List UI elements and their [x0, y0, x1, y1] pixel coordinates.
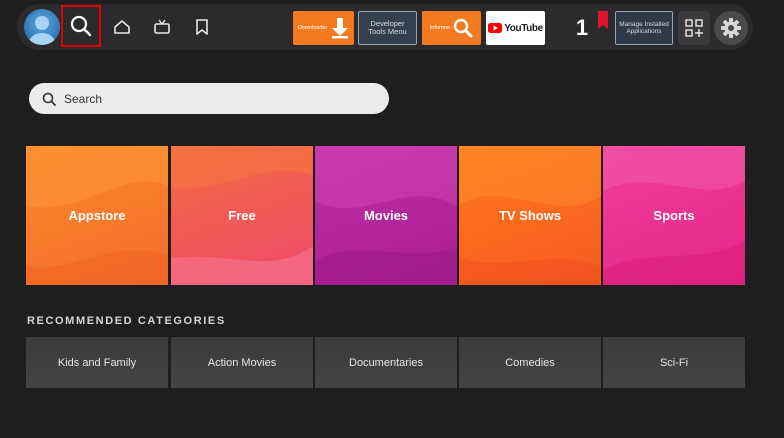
tv-icon [154, 19, 170, 34]
manage-apps-label: Manage Installed Applications [619, 21, 669, 35]
app-manage-installed-applications[interactable]: Manage Installed Applications [615, 11, 673, 45]
category-label: Movies [363, 208, 409, 223]
informer-label: Informer [429, 25, 451, 31]
app-informer[interactable]: Informer [422, 11, 481, 45]
search-icon [70, 15, 92, 37]
nav-search-button[interactable] [61, 5, 101, 47]
recommended-label: Comedies [505, 356, 555, 369]
search-icon [42, 92, 56, 106]
profile-avatar[interactable] [24, 9, 60, 45]
category-tile-sports[interactable]: Sports [603, 146, 745, 285]
youtube-label: YouTube [504, 22, 543, 34]
app-one[interactable]: 1 [560, 11, 610, 45]
recommended-categories-title: RECOMMENDED CATEGORIES [27, 315, 226, 327]
downloader-label: Downloader [297, 25, 328, 31]
search-bar[interactable] [29, 83, 389, 114]
app-downloader[interactable]: Downloader [293, 11, 354, 45]
recommended-tile-comedies[interactable]: Comedies [459, 337, 601, 388]
avatar-icon [29, 16, 55, 45]
red-ribbon-icon [598, 11, 608, 29]
nav-home-button[interactable] [110, 15, 134, 39]
magnifier-icon [454, 18, 473, 38]
app-one-label: 1 [575, 15, 589, 40]
recommended-label: Documentaries [349, 356, 423, 369]
recommended-label: Kids and Family [57, 356, 137, 369]
bookmark-icon [196, 19, 208, 35]
category-label: Free [228, 208, 256, 223]
youtube-play-icon [488, 23, 503, 33]
nav-watchlist-button[interactable] [190, 15, 214, 39]
app-youtube[interactable]: YouTube [486, 11, 545, 45]
recommended-tile-action-movies[interactable]: Action Movies [171, 337, 313, 388]
nav-settings-button[interactable] [714, 11, 748, 45]
recommended-label: Action Movies [207, 356, 277, 369]
download-arrow-icon [332, 18, 349, 39]
category-label: TV Shows [498, 208, 562, 223]
nav-apps-button[interactable] [678, 11, 710, 45]
recommended-tile-documentaries[interactable]: Documentaries [315, 337, 457, 388]
gear-icon [721, 18, 741, 38]
developer-tools-label: Developer Tools Menu [368, 19, 407, 36]
app-developer-tools-menu[interactable]: Developer Tools Menu [358, 11, 417, 45]
category-label: Appstore [68, 208, 126, 223]
category-label: Sports [653, 208, 695, 223]
home-icon [114, 20, 130, 34]
nav-live-button[interactable] [150, 15, 174, 39]
search-input[interactable] [64, 91, 344, 106]
apps-grid-icon [685, 19, 703, 37]
recommended-tile-sci-fi[interactable]: Sci-Fi [603, 337, 745, 388]
recommended-tile-kids-and-family[interactable]: Kids and Family [26, 337, 168, 388]
recommended-label: Sci-Fi [659, 356, 689, 369]
category-tile-tv-shows[interactable]: TV Shows [459, 146, 601, 285]
category-tile-free[interactable]: Free [171, 146, 313, 285]
category-tile-appstore[interactable]: Appstore [26, 146, 168, 285]
category-tile-movies[interactable]: Movies [315, 146, 457, 285]
